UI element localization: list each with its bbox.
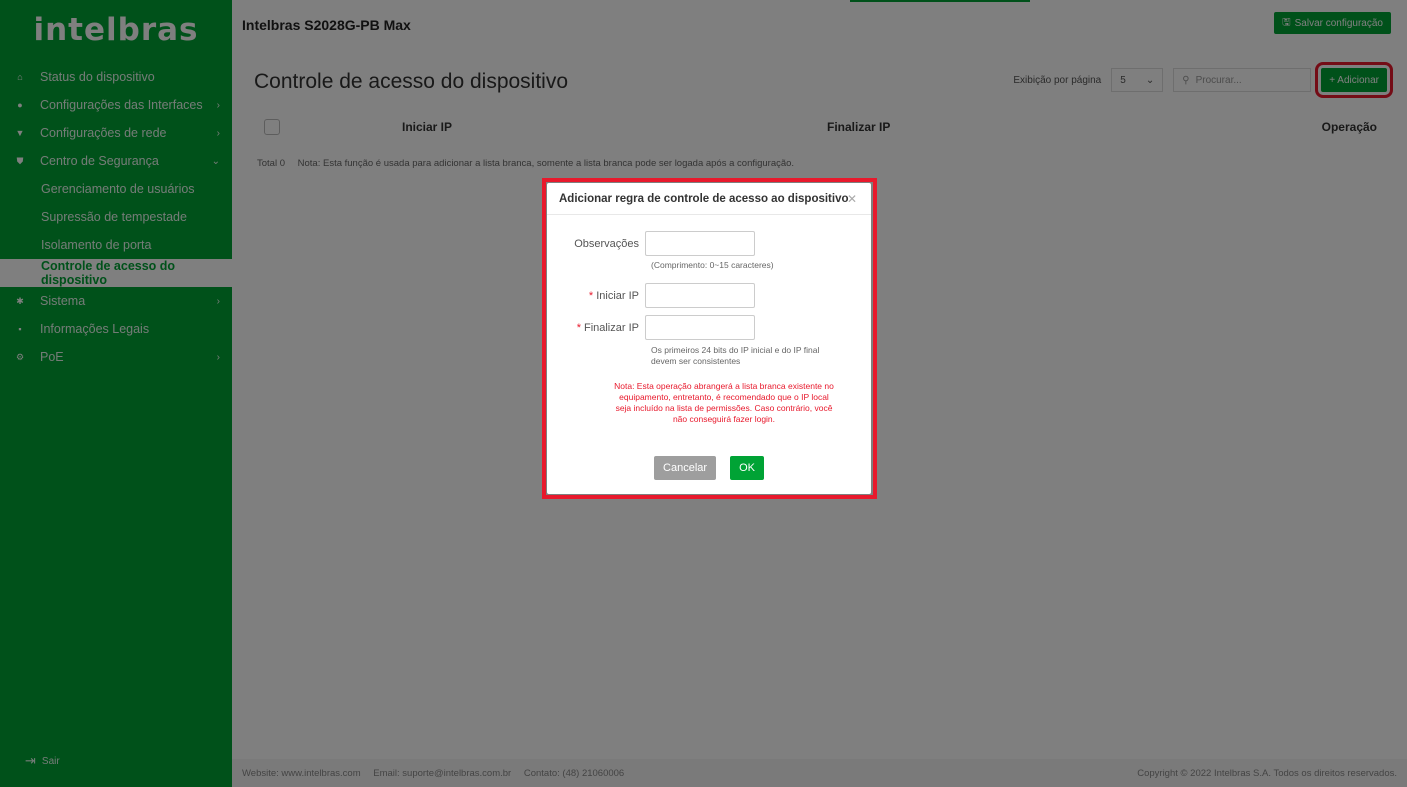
add-rule-dialog: Adicionar regra de controle de acesso ao… (547, 183, 871, 494)
dialog-header: Adicionar regra de controle de acesso ao… (547, 183, 871, 215)
remarks-label: Observações (574, 237, 639, 250)
dialog-title: Adicionar regra de controle de acesso ao… (559, 192, 849, 205)
end-ip-label-wrap: * Finalizar IP (547, 322, 645, 334)
start-ip-row: * Iniciar IP (547, 283, 871, 308)
required-mark: * (576, 321, 581, 334)
ip-hint-line: devem ser consistentes (651, 356, 741, 366)
ip-hint: Os primeiros 24 bits do IP inicial e do … (651, 345, 819, 367)
start-ip-label: Iniciar IP (596, 289, 639, 302)
overwrite-warning: Nota: Esta operação abrangerá a lista br… (599, 381, 849, 425)
start-ip-input[interactable] (645, 283, 755, 308)
end-ip-input[interactable] (645, 315, 755, 340)
remarks-input[interactable] (645, 231, 755, 256)
warning-line: seja incluído na lista de permissões. Ca… (615, 403, 833, 413)
remarks-row: Observações (547, 231, 871, 256)
dialog-buttons: Cancelar OK (547, 456, 871, 480)
ok-button[interactable]: OK (730, 456, 764, 480)
end-ip-label: Finalizar IP (583, 321, 639, 334)
start-ip-label-wrap: * Iniciar IP (547, 290, 645, 302)
warning-line: não conseguirá fazer login. (672, 414, 776, 424)
warning-line: equipamento, entretanto, é recomendado q… (619, 392, 829, 402)
cancel-button[interactable]: Cancelar (654, 456, 717, 480)
ip-hint-line: Os primeiros 24 bits do IP inicial e do … (651, 345, 820, 355)
end-ip-row: * Finalizar IP (547, 315, 871, 340)
warning-line: Nota: Esta operação abrangerá a lista br… (614, 381, 834, 391)
required-mark: * (588, 289, 594, 302)
remarks-hint: (Comprimento: 0~15 caracteres) (651, 260, 774, 270)
close-icon[interactable]: ✕ (847, 192, 857, 206)
